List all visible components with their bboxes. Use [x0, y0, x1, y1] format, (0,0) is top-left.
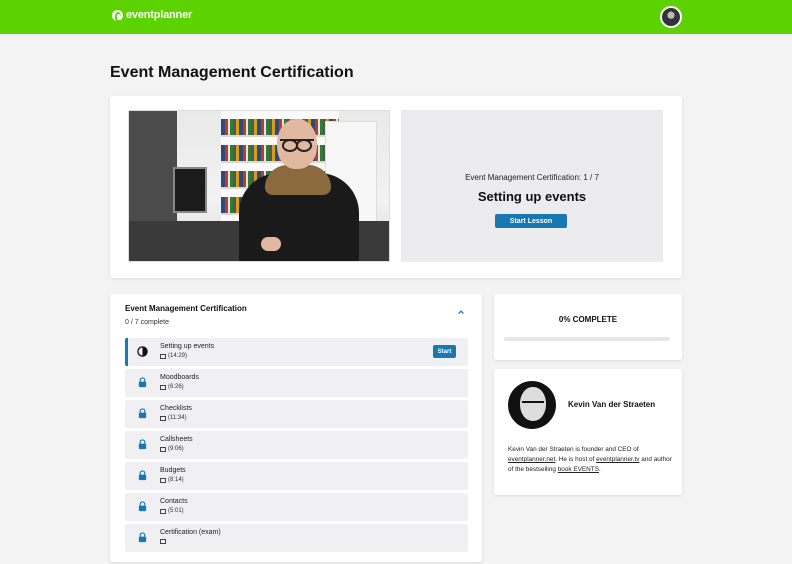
lesson-duration: (6:26) — [168, 384, 184, 390]
lesson-duration: (5:01) — [168, 508, 184, 514]
current-lesson-title: Setting up events — [477, 189, 587, 204]
video-icon — [160, 477, 166, 483]
lock-icon — [138, 377, 147, 388]
lesson-name: Callsheets — [160, 436, 193, 443]
current-lesson-panel: Event Management Certification: 1 / 7 Se… — [401, 110, 663, 262]
lock-icon — [138, 408, 147, 419]
exam-icon — [160, 539, 166, 544]
user-avatar[interactable] — [660, 6, 682, 28]
lock-icon — [138, 532, 147, 543]
lesson-name: Contacts — [160, 498, 188, 505]
lesson-item[interactable]: Moodboards (6:26) — [125, 369, 468, 397]
lock-icon — [138, 501, 147, 512]
progress-card: 0% COMPLETE — [494, 294, 682, 360]
chevron-up-icon[interactable] — [457, 308, 465, 316]
half-circle-progress-icon — [137, 346, 148, 357]
logo-icon — [112, 9, 123, 22]
start-lesson-button[interactable]: Start Lesson — [495, 214, 567, 228]
start-button[interactable]: Start — [433, 345, 456, 358]
logo-text: eventplanner — [126, 9, 193, 21]
lesson-item[interactable]: Setting up events (14:29) Start — [125, 338, 468, 366]
book-events-link[interactable]: book EVENTS — [558, 466, 599, 473]
lesson-hero-card: Event Management Certification: 1 / 7 Se… — [110, 96, 682, 278]
lock-icon — [138, 470, 147, 481]
lesson-item[interactable]: Callsheets (9:06) — [125, 431, 468, 459]
lesson-name: Checklists — [160, 405, 192, 412]
video-icon — [160, 384, 166, 390]
lesson-name: Certification (exam) — [160, 529, 221, 536]
lesson-name: Budgets — [160, 467, 186, 474]
lesson-counter: Event Management Certification: 1 / 7 — [465, 173, 599, 182]
lock-icon — [138, 439, 147, 450]
video-icon — [160, 446, 166, 452]
lesson-duration: (11:34) — [168, 415, 187, 421]
lesson-item[interactable]: Budgets (8:14) — [125, 462, 468, 490]
author-card: Kevin Van der Straeten Kevin Van der Str… — [494, 369, 682, 495]
lesson-item[interactable]: Contacts (5:01) — [125, 493, 468, 521]
progress-label: 0% COMPLETE — [558, 315, 618, 324]
lesson-duration: (14:29) — [168, 353, 188, 359]
author-bio: Kevin Van der Straeten is founder and CE… — [508, 446, 672, 473]
video-icon — [160, 415, 166, 421]
eventplanner-tv-link[interactable]: eventplanner.tv — [596, 456, 639, 463]
video-icon — [160, 353, 166, 359]
course-complete-count: 0 / 7 complete — [125, 319, 169, 326]
lesson-name: Setting up events — [160, 343, 215, 350]
eventplanner-logo[interactable]: eventplanner — [112, 9, 193, 22]
eventplanner-net-link[interactable]: eventplanner.net — [508, 456, 555, 463]
lesson-duration: (9:06) — [168, 446, 184, 452]
page-title: Event Management Certification — [110, 64, 354, 81]
lesson-duration: (8:14) — [168, 477, 184, 483]
author-avatar — [508, 381, 556, 429]
course-heading: Event Management Certification — [125, 304, 247, 313]
course-outline-card: Event Management Certification 0 / 7 com… — [110, 294, 482, 562]
lesson-list: Setting up events (14:29) Start Moodboar… — [125, 338, 468, 555]
top-bar: eventplanner — [0, 0, 792, 34]
author-name: Kevin Van der Straeten — [568, 400, 656, 409]
course-video-thumbnail[interactable] — [128, 110, 390, 262]
lesson-item[interactable]: Checklists (11:34) — [125, 400, 468, 428]
lesson-name: Moodboards — [160, 374, 199, 381]
lesson-item[interactable]: Certification (exam) — [125, 524, 468, 552]
progress-bar — [504, 337, 670, 341]
video-icon — [160, 508, 166, 514]
